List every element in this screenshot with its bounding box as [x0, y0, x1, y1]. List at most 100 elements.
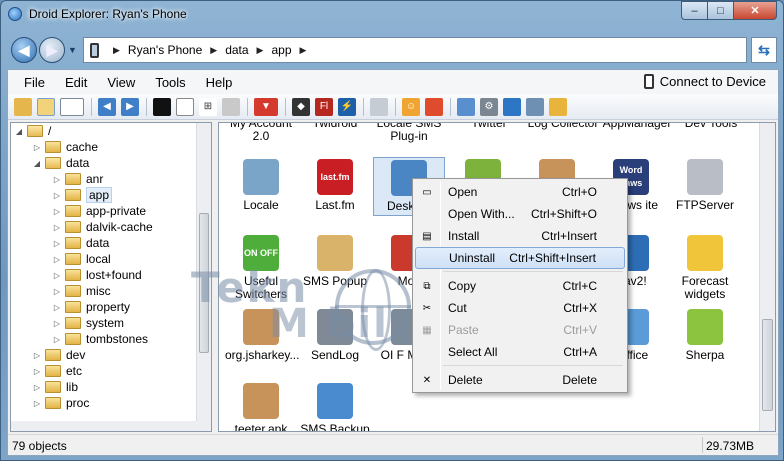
view-mode-icon[interactable] [60, 97, 84, 116]
tree-item[interactable]: ▷ tombstones [51, 331, 148, 347]
back-button[interactable]: ◀ [11, 37, 37, 63]
history-dropdown[interactable]: ▼ [68, 45, 77, 55]
expanded-arrow-icon[interactable]: ◢ [31, 159, 43, 168]
file-item[interactable]: Locale SMS Plug-in [371, 123, 447, 143]
tree-vertical-scrollbar[interactable] [196, 123, 211, 431]
context-menu-item[interactable]: ⧉ Copy Ctrl+C [415, 275, 625, 297]
file-item[interactable]: Locale [223, 157, 299, 214]
collapsed-arrow-icon[interactable]: ▷ [31, 143, 43, 152]
refresh-button[interactable]: ⇆ [751, 37, 777, 63]
file-item[interactable]: SendLog [297, 307, 373, 364]
file-item[interactable]: Sherpa [667, 307, 743, 364]
file-item[interactable]: SMS Backup [297, 381, 373, 431]
collapsed-arrow-icon[interactable]: ▷ [51, 255, 63, 264]
file-item[interactable]: Forecast widgets [667, 233, 743, 303]
chevron-right-icon[interactable]: ▶ [210, 45, 217, 56]
menu-tools[interactable]: Tools [145, 75, 195, 90]
breadcrumb-item[interactable]: data [225, 43, 248, 57]
forward-button[interactable]: ▶ [39, 37, 65, 63]
collapsed-arrow-icon[interactable]: ▷ [51, 303, 63, 312]
file-item[interactable]: My Account 2.0 [223, 123, 299, 143]
file-item[interactable]: Twitter [451, 123, 527, 130]
tree-item[interactable]: ▷ etc [31, 363, 82, 379]
gear-icon[interactable]: ⚙ [480, 97, 498, 116]
menu-view[interactable]: View [97, 75, 145, 90]
menu-file[interactable]: File [14, 75, 55, 90]
file-item[interactable]: Dev Tools [673, 123, 749, 130]
lightning-icon[interactable]: ⚡ [338, 97, 356, 116]
tree-item[interactable]: ▷ misc [51, 283, 111, 299]
title-bar[interactable]: Droid Explorer: Ryan's Phone – □ ✕ [1, 1, 783, 29]
icons-vertical-scrollbar[interactable] [759, 123, 775, 431]
collapsed-arrow-icon[interactable]: ▷ [51, 287, 63, 296]
scroll-thumb[interactable] [199, 213, 209, 353]
file-item[interactable]: ON OFF Useful Switchers [223, 233, 299, 303]
folder-up-icon[interactable] [14, 97, 32, 116]
breadcrumb-item[interactable]: Ryan's Phone [128, 43, 202, 57]
chevron-right-icon[interactable]: ▶ [257, 45, 264, 56]
document-icon[interactable] [370, 97, 388, 116]
address-bar[interactable]: ▶ Ryan's Phone ▶ data ▶ app ▶ [83, 37, 747, 63]
collapsed-arrow-icon[interactable]: ▷ [51, 319, 63, 328]
shield-icon[interactable] [425, 97, 443, 116]
collapsed-arrow-icon[interactable]: ▷ [51, 207, 63, 216]
download-icon[interactable]: ▼ [254, 97, 278, 116]
tree-item[interactable]: ▷ local [51, 251, 111, 267]
monitor-icon[interactable] [526, 97, 544, 116]
terminal-icon[interactable] [153, 97, 171, 116]
tree-item[interactable]: ▷ property [51, 299, 130, 315]
context-menu-item[interactable]: ▤ Install Ctrl+Insert [415, 225, 625, 247]
context-menu-item[interactable]: Select All Ctrl+A [415, 341, 625, 363]
collapsed-arrow-icon[interactable]: ▷ [51, 223, 63, 232]
minimize-button[interactable]: – [681, 1, 708, 20]
maximize-button[interactable]: □ [707, 1, 734, 20]
file-item[interactable]: last.fm Last.fm [297, 157, 373, 214]
settings-icon[interactable] [176, 97, 194, 116]
tree-item[interactable]: ▷ system [51, 315, 124, 331]
file-item[interactable]: FTPServer [667, 157, 743, 214]
file-item[interactable]: teeter.apk [223, 381, 299, 431]
context-menu-item[interactable]: ✂ Cut Ctrl+X [415, 297, 625, 319]
context-menu-item[interactable]: ▭ Open Ctrl+O [415, 181, 625, 203]
collapsed-arrow-icon[interactable]: ▷ [51, 239, 63, 248]
tree-icon[interactable]: ⊞ [199, 97, 217, 116]
tree-item[interactable]: ▷ lost+found [51, 267, 142, 283]
collapsed-arrow-icon[interactable]: ▷ [51, 271, 63, 280]
file-item[interactable]: Log Collector [525, 123, 601, 130]
tree-item[interactable]: ▷ cache [31, 139, 98, 155]
file-item[interactable]: org.jsharkey... [223, 307, 299, 364]
gauge-icon[interactable] [457, 97, 475, 116]
chevron-right-icon[interactable]: ▶ [300, 45, 307, 56]
file-item[interactable]: Twidroid [297, 123, 373, 130]
collapsed-arrow-icon[interactable]: ▷ [51, 175, 63, 184]
collapsed-arrow-icon[interactable]: ▷ [31, 399, 43, 408]
flash-icon[interactable]: Fl [315, 97, 333, 116]
folders-icon[interactable] [37, 97, 55, 116]
collapsed-arrow-icon[interactable]: ▷ [51, 335, 63, 344]
battery-icon[interactable] [222, 97, 240, 116]
tree-item[interactable]: ◢ data [31, 155, 89, 171]
tree-item[interactable]: ▷ data [51, 235, 109, 251]
tree-item[interactable]: ▷ dalvik-cache [51, 219, 153, 235]
tree-item[interactable]: ▷ dev [31, 347, 85, 363]
tree-item[interactable]: ▷ app-private [51, 203, 146, 219]
file-item[interactable]: AppManager [599, 123, 675, 130]
menu-edit[interactable]: Edit [55, 75, 97, 90]
collapsed-arrow-icon[interactable]: ▷ [51, 191, 63, 200]
windows-icon[interactable] [503, 97, 521, 116]
context-menu-item[interactable]: ✕ Delete Delete [415, 369, 625, 391]
chevron-right-icon[interactable]: ▶ [113, 45, 120, 56]
arrow-right-icon[interactable]: ▶ [121, 97, 139, 116]
context-menu-item[interactable]: Open With... Ctrl+Shift+O [415, 203, 625, 225]
close-button[interactable]: ✕ [733, 1, 777, 20]
connect-to-device-button[interactable]: Connect to Device [643, 74, 766, 89]
collapsed-arrow-icon[interactable]: ▷ [31, 367, 43, 376]
tree-item[interactable]: ▷ anr [51, 171, 103, 187]
diamond-icon[interactable]: ◆ [292, 97, 310, 116]
expanded-arrow-icon[interactable]: ◢ [13, 127, 25, 136]
breadcrumb-item[interactable]: app [271, 43, 291, 57]
arrow-left-icon[interactable]: ◀ [98, 97, 116, 116]
scroll-thumb[interactable] [762, 319, 773, 411]
collapsed-arrow-icon[interactable]: ▷ [31, 351, 43, 360]
menu-help[interactable]: Help [196, 75, 243, 90]
